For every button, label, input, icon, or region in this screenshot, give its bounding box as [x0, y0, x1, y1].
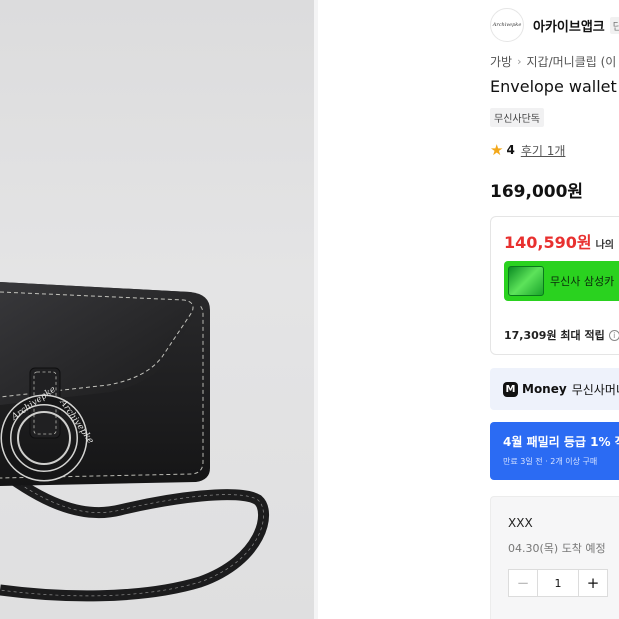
- option-name: XXX: [508, 516, 533, 530]
- points-text: 17,309원 최대 적립: [504, 329, 605, 342]
- star-icon: ★: [490, 141, 504, 159]
- brand-row[interactable]: Archivepke 아카이브앱크 단: [490, 8, 619, 42]
- arrival-date: 04.30(목) 도착 예정: [508, 542, 606, 555]
- product-title: Envelope wallet: [490, 77, 617, 96]
- card-promo-banner[interactable]: 무신사 삼성카: [504, 261, 619, 301]
- brand-badge: 단: [609, 16, 619, 34]
- quantity-stepper: − 1 +: [508, 569, 608, 597]
- strap: [0, 465, 270, 602]
- original-price: 169,000원: [490, 182, 584, 202]
- increase-quantity-button[interactable]: +: [579, 570, 607, 596]
- wallet-photo: Archivepke Archivepke: [0, 282, 270, 602]
- money-banner[interactable]: M Money 무신사머니: [490, 368, 619, 410]
- exclusive-badge: 무신사단독: [490, 108, 544, 127]
- sale-price-row: 140,590원 나의: [504, 229, 614, 253]
- money-text: 무신사머니: [571, 382, 619, 397]
- rating-row: ★ 4 후기 1개: [490, 141, 565, 159]
- chevron-right-icon: ›: [517, 55, 522, 68]
- review-count-link[interactable]: 후기 1개: [521, 142, 566, 159]
- points-row: 17,309원 최대 적립 i: [504, 327, 619, 343]
- breadcrumb: 가방 › 지갑/머니클립 (이: [490, 53, 616, 70]
- money-label: Money: [522, 382, 567, 396]
- brand-logo[interactable]: Archivepke: [490, 8, 524, 42]
- sale-price: 140,590원: [504, 233, 592, 252]
- money-logo-icon: M: [503, 381, 518, 397]
- info-icon[interactable]: i: [608, 329, 619, 341]
- family-grade-promo-banner[interactable]: 4월 패밀리 등급 1% 적 만료 3일 전 · 2개 이상 구매: [490, 422, 619, 480]
- decrease-quantity-button[interactable]: −: [509, 570, 537, 596]
- quantity-value[interactable]: 1: [537, 570, 579, 596]
- promo-subtitle: 만료 3일 전 · 2개 이상 구매: [503, 457, 598, 466]
- sale-note[interactable]: 나의: [596, 236, 614, 251]
- product-info-panel: Archivepke 아카이브앱크 단 가방 › 지갑/머니클립 (이 Enve…: [318, 0, 619, 619]
- product-image[interactable]: Archivepke Archivepke: [0, 0, 314, 619]
- promo-title: 4월 패밀리 등급 1% 적: [503, 435, 619, 449]
- card-icon: [508, 266, 544, 296]
- brand-name[interactable]: 아카이브앱크: [533, 16, 605, 35]
- selected-option-box: XXX 04.30(목) 도착 예정 − 1 +: [490, 496, 619, 619]
- breadcrumb-category[interactable]: 가방: [490, 53, 512, 70]
- card-promo-text: 무신사 삼성카: [550, 275, 615, 288]
- rating-value: 4: [506, 143, 515, 157]
- breadcrumb-subcategory[interactable]: 지갑/머니클립 (이: [527, 53, 617, 70]
- benefit-box: 140,590원 나의 무신사 삼성카 17,309원 최대 적립 i: [490, 216, 619, 355]
